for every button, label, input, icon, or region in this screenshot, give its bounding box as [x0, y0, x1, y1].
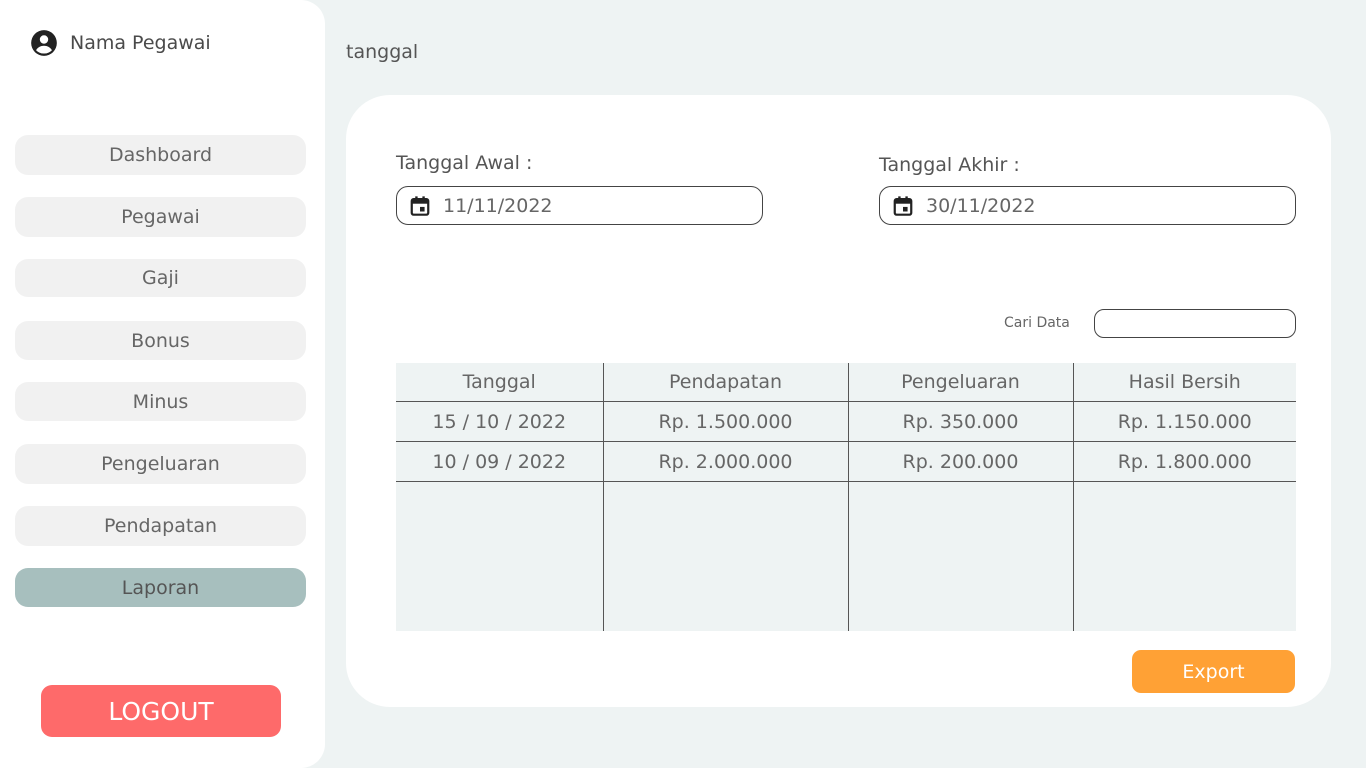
calendar-icon [410, 195, 430, 216]
empty-cell [1072, 481, 1296, 631]
start-date-field[interactable]: 11/11/2022 [396, 186, 763, 225]
logout-button[interactable]: LOGOUT [41, 685, 281, 737]
start-date-value: 11/11/2022 [443, 194, 553, 217]
search-label: Cari Data [1004, 315, 1070, 331]
start-date-label: Tanggal Awal : [396, 152, 533, 174]
calendar-icon [893, 195, 913, 216]
end-date-label: Tanggal Akhir : [879, 154, 1020, 176]
table-row[interactable]: 15 / 10 / 2022 Rp. 1.500.000 Rp. 350.000… [396, 401, 1296, 442]
empty-cell [847, 481, 1073, 631]
table-row[interactable]: 10 / 09 / 2022 Rp. 2.000.000 Rp. 200.000… [396, 441, 1296, 482]
sidebar-item-pengeluaran[interactable]: Pengeluaran [15, 444, 306, 484]
sidebar-item-laporan[interactable]: Laporan [15, 568, 306, 607]
sidebar-item-minus[interactable]: Minus [15, 382, 306, 421]
empty-cell [396, 482, 603, 632]
sidebar-item-pegawai[interactable]: Pegawai [15, 197, 306, 237]
table-cell: 15 / 10 / 2022 [396, 401, 603, 442]
search-input[interactable] [1094, 309, 1296, 338]
user-profile[interactable]: Nama Pegawai [30, 29, 211, 57]
table-cell: Rp. 1.800.000 [1072, 441, 1296, 482]
sidebar-item-bonus[interactable]: Bonus [15, 321, 306, 360]
sidebar-item-pendapatan[interactable]: Pendapatan [15, 506, 306, 546]
end-date-field[interactable]: 30/11/2022 [879, 186, 1296, 225]
table-cell: Rp. 2.000.000 [602, 441, 848, 482]
sidebar-item-dashboard[interactable]: Dashboard [15, 135, 306, 175]
sidebar: Nama Pegawai Dashboard Pegawai Gaji Bonu… [0, 0, 325, 768]
table-cell: Rp. 200.000 [847, 441, 1073, 482]
column-header-tanggal: Tanggal [396, 363, 603, 402]
table-cell: 10 / 09 / 2022 [396, 441, 603, 482]
export-button[interactable]: Export [1132, 650, 1295, 693]
end-date-value: 30/11/2022 [926, 194, 1036, 217]
user-name: Nama Pegawai [70, 32, 211, 54]
page-title: tanggal [346, 41, 419, 63]
table-header-row: Tanggal Pendapatan Pengeluaran Hasil Ber… [396, 363, 1296, 402]
column-header-hasil-bersih: Hasil Bersih [1072, 363, 1296, 402]
table-cell: Rp. 1.150.000 [1072, 401, 1296, 442]
column-header-pendapatan: Pendapatan [602, 363, 848, 402]
table-cell: Rp. 350.000 [847, 401, 1073, 442]
table-cell: Rp. 1.500.000 [602, 401, 848, 442]
report-card: Tanggal Awal : 11/11/2022 Tanggal Akhir … [346, 95, 1331, 707]
table-empty-row [396, 481, 1296, 632]
account-circle-icon [31, 30, 57, 56]
empty-cell [602, 481, 848, 631]
report-table: Tanggal Pendapatan Pengeluaran Hasil Ber… [396, 363, 1296, 631]
sidebar-item-gaji[interactable]: Gaji [15, 259, 306, 297]
column-header-pengeluaran: Pengeluaran [847, 363, 1073, 402]
